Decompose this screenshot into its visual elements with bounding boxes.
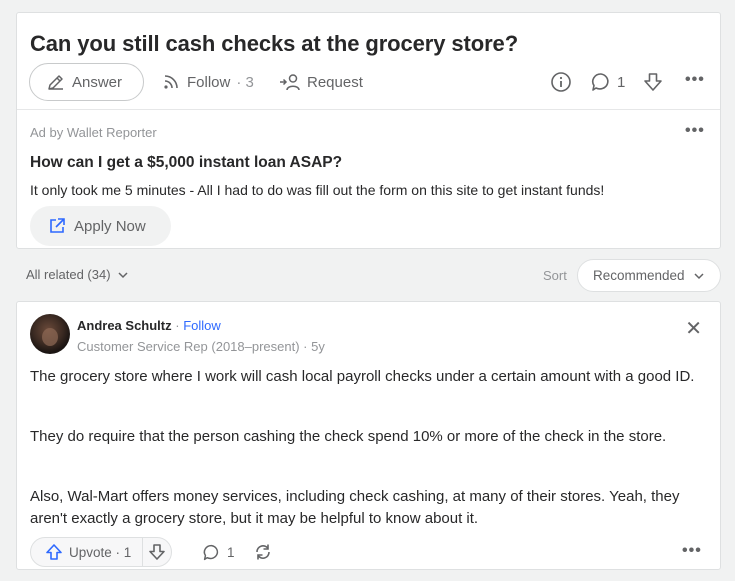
- answer-comment-count: 1: [227, 545, 235, 560]
- answer-paragraph: Also, Wal-Mart offers money services, in…: [30, 488, 680, 527]
- sort-value: Recommended: [593, 268, 685, 283]
- answer-paragraph: They do require that the person cashing …: [30, 428, 667, 445]
- author-name[interactable]: Andrea Schultz: [77, 318, 172, 333]
- downvote-arrow-icon[interactable]: [642, 63, 664, 101]
- follow-count: · 3: [236, 73, 254, 91]
- upvote-label: Upvote · 1: [69, 544, 132, 560]
- ad-more-options-icon[interactable]: •••: [685, 122, 705, 140]
- answer-comments-button[interactable]: 1: [202, 543, 235, 562]
- vote-group: Upvote · 1: [30, 537, 172, 567]
- follow-author-link[interactable]: Follow: [183, 318, 221, 333]
- ad-text: It only took me 5 minutes - All I had to…: [30, 182, 605, 198]
- comment-icon: [202, 543, 221, 562]
- answer-label: Answer: [72, 73, 123, 91]
- share-icon[interactable]: [253, 542, 273, 562]
- follow-separator: ·: [171, 318, 184, 333]
- ad-attribution: Ad by Wallet Reporter: [30, 125, 157, 140]
- question-card: Can you still cash checks at the grocery…: [16, 12, 721, 249]
- follow-icon: [161, 72, 181, 92]
- sort-label: Sort: [543, 268, 567, 283]
- author-credential: Customer Service Rep (2018–present) · 5y: [77, 339, 325, 354]
- follow-button[interactable]: Follow · 3: [161, 63, 254, 101]
- avatar[interactable]: [30, 314, 70, 354]
- request-label: Request: [307, 73, 363, 91]
- answer-button[interactable]: Answer: [29, 63, 144, 101]
- upvote-button[interactable]: Upvote · 1: [31, 538, 143, 566]
- chevron-down-icon: [693, 270, 705, 282]
- comment-icon: [590, 71, 612, 93]
- ad-title[interactable]: How can I get a $5,000 instant loan ASAP…: [30, 154, 342, 172]
- downvote-button[interactable]: [143, 538, 171, 566]
- external-link-icon: [48, 217, 66, 235]
- request-user-icon: [279, 72, 301, 92]
- comments-button[interactable]: 1: [590, 63, 625, 101]
- chevron-down-icon: [117, 269, 129, 281]
- follow-label: Follow: [187, 73, 231, 91]
- request-button[interactable]: Request: [279, 63, 363, 101]
- more-options-icon[interactable]: •••: [685, 71, 705, 89]
- upvote-arrow-icon: [45, 543, 63, 561]
- apply-now-label: Apply Now: [74, 217, 146, 235]
- question-title[interactable]: Can you still cash checks at the grocery…: [30, 31, 518, 57]
- downvote-arrow-icon: [148, 543, 166, 561]
- info-icon[interactable]: [550, 63, 572, 101]
- author-line: Andrea Schultz · Follow: [77, 318, 221, 333]
- all-related-label: All related (34): [26, 267, 111, 282]
- all-related-dropdown[interactable]: All related (34): [26, 267, 129, 282]
- answer-more-options-icon[interactable]: •••: [682, 542, 702, 560]
- answer-card: Andrea Schultz · Follow Customer Service…: [16, 301, 721, 570]
- comment-count: 1: [617, 73, 626, 91]
- answer-paragraph: The grocery store where I work will cash…: [30, 368, 695, 385]
- pencil-icon: [46, 72, 66, 92]
- divider: [17, 109, 720, 110]
- sort-dropdown[interactable]: Recommended: [577, 259, 721, 292]
- apply-now-button[interactable]: Apply Now: [30, 206, 171, 246]
- close-icon[interactable]: ✕: [685, 316, 702, 341]
